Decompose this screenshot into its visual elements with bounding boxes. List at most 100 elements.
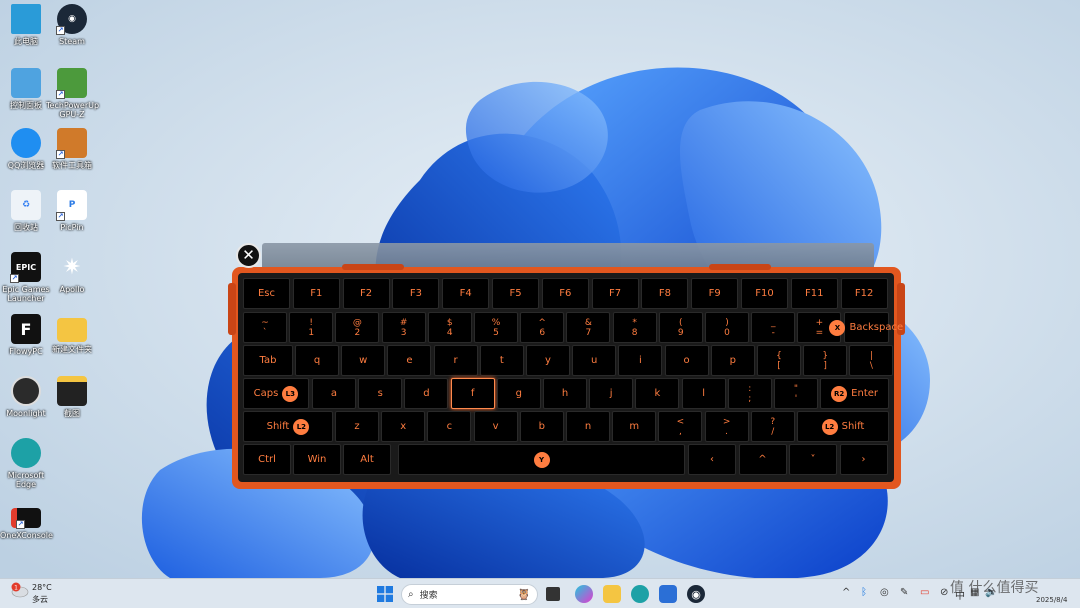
ctrl-key[interactable]: Ctrl — [243, 444, 291, 475]
desktop-icon-control-panel[interactable]: 控制面板 — [0, 68, 52, 110]
key-t[interactable]: t — [479, 345, 524, 376]
key-n[interactable]: n — [566, 411, 610, 442]
key-symbol[interactable]: " ' — [774, 378, 818, 409]
key-z[interactable]: z — [335, 411, 379, 442]
key-q[interactable]: q — [295, 345, 339, 376]
desktop-icon-edge[interactable]: Microsoft Edge — [0, 438, 52, 489]
key-7[interactable]: & 7 — [566, 312, 611, 343]
network-icon[interactable]: ⊘ — [940, 587, 948, 598]
key-0[interactable]: ) 0 — [705, 312, 749, 343]
key-o[interactable]: o — [664, 345, 709, 376]
key-3[interactable]: #3 — [381, 312, 426, 343]
key-`[interactable]: ~ ` — [243, 312, 287, 343]
steam-taskbar-icon[interactable]: ◉ — [687, 585, 705, 603]
alt-key[interactable]: Alt — [343, 444, 391, 475]
start-button[interactable] — [376, 585, 394, 603]
win-key[interactable]: Win — [293, 444, 341, 475]
key-e[interactable]: e — [387, 345, 432, 376]
key-y[interactable]: y — [526, 345, 570, 376]
key-symbol[interactable]: {[ — [757, 345, 801, 376]
steam-tray-icon[interactable]: ◎ — [880, 587, 889, 598]
right-arrow-key[interactable]: › — [839, 444, 888, 475]
desktop-icon-screenshot-folder[interactable]: 截图 — [46, 376, 98, 418]
key-5[interactable]: % 5 — [474, 312, 518, 343]
key-f4[interactable]: F4 — [442, 278, 490, 309]
store-icon[interactable] — [659, 585, 677, 603]
desktop-icon-epic-games[interactable]: EPIC ↗ Epic Games Launcher — [0, 252, 52, 303]
key-f6[interactable]: F6 — [541, 278, 589, 309]
desktop-icon-onexconsole[interactable]: ↗ OneXConsole — [0, 502, 53, 540]
task-view-icon[interactable] — [546, 587, 560, 601]
desktop-icon-flowypc[interactable]: F FlowyPC — [0, 314, 52, 356]
key-u[interactable]: u — [572, 345, 617, 376]
key-w[interactable]: w — [341, 345, 386, 376]
tab-key[interactable]: Tab — [243, 345, 293, 376]
key-8[interactable]: * 8 — [612, 312, 657, 343]
down-arrow-key[interactable]: ˅ — [789, 444, 837, 475]
pen-tray-icon[interactable]: ✎ — [900, 587, 908, 598]
key-1[interactable]: ! 1 — [289, 312, 334, 343]
desktop-icon-new-folder[interactable]: 新建文件夹 — [46, 314, 98, 354]
bluetooth-icon[interactable]: ᛒ — [861, 587, 867, 598]
desktop-icon-gpuz[interactable]: ↗ TechPowerUp GPU-Z — [46, 68, 99, 119]
key-symbol[interactable]: <, — [658, 411, 703, 442]
key-9[interactable]: (9 — [658, 312, 703, 343]
key-b[interactable]: b — [519, 411, 564, 442]
desktop-icon-picpin[interactable]: P ↗ PicPin — [46, 190, 98, 232]
desktop-icon-recycle-bin[interactable]: ♻ 回收站 — [0, 190, 52, 232]
key-symbol[interactable]: :; — [727, 378, 772, 409]
file-explorer-icon[interactable] — [603, 585, 621, 603]
key-k[interactable]: k — [635, 378, 680, 409]
key-l[interactable]: l — [681, 378, 726, 409]
key-6[interactable]: ^ 6 — [520, 312, 565, 343]
battery-status-icon[interactable]: ▭ — [920, 587, 929, 598]
key-d[interactable]: d — [404, 378, 449, 409]
key-2[interactable]: @2 — [335, 312, 380, 343]
key-f8[interactable]: F8 — [641, 278, 689, 309]
key-f3[interactable]: F3 — [392, 278, 440, 309]
key-p[interactable]: p — [710, 345, 755, 376]
key-x[interactable]: x — [381, 411, 426, 442]
key-f7[interactable]: F7 — [591, 278, 639, 309]
desktop-icon-apollo[interactable]: ✷ Apollo — [46, 252, 98, 294]
desktop-icon-toolbox[interactable]: ↗ 软件工具箱 — [46, 128, 98, 170]
caps-lock-key[interactable]: Caps L3 — [243, 378, 309, 409]
key-i[interactable]: i — [618, 345, 663, 376]
key-esc[interactable]: Esc — [243, 278, 290, 309]
key-h[interactable]: h — [543, 378, 587, 409]
enter-key[interactable]: R2 Enter — [820, 378, 889, 409]
key-c[interactable]: c — [427, 411, 472, 442]
key-symbol[interactable]: >. — [704, 411, 749, 442]
key-f11[interactable]: F11 — [790, 278, 838, 309]
up-arrow-key[interactable]: ^ — [738, 444, 787, 475]
close-icon[interactable]: ✕ — [236, 243, 261, 268]
desktop-icon-qq-browser[interactable]: QQ浏览器 — [0, 128, 52, 170]
clock-date[interactable]: 2025/8/4 — [1036, 596, 1067, 604]
key-f1[interactable]: F1 — [292, 278, 340, 309]
key--[interactable]: _ - — [751, 312, 796, 343]
copilot-icon[interactable] — [575, 585, 593, 603]
key-f10[interactable]: F10 — [741, 278, 788, 309]
key-s[interactable]: s — [358, 378, 403, 409]
desktop-icon-moonlight[interactable]: Moonlight — [0, 376, 52, 418]
key-symbol[interactable]: | \ — [849, 345, 894, 376]
left-shift-key[interactable]: Shift L2 — [243, 411, 333, 442]
tray-overflow-chevron-icon[interactable]: ^ — [842, 587, 850, 598]
key-r[interactable]: r — [433, 345, 478, 376]
key-f12[interactable]: F12 — [840, 278, 888, 309]
key-g[interactable]: g — [496, 378, 541, 409]
key-f2[interactable]: F2 — [342, 278, 390, 309]
key-4[interactable]: $4 — [427, 312, 472, 343]
left-arrow-key[interactable]: ‹ — [688, 444, 736, 475]
space-key[interactable]: Y — [398, 444, 685, 475]
taskbar-search-box[interactable]: ⌕ 搜索 🦉 — [401, 584, 538, 605]
key-symbol[interactable]: ? / — [750, 411, 795, 442]
right-shift-key[interactable]: L2 Shift — [797, 411, 889, 442]
key-j[interactable]: j — [589, 378, 634, 409]
key-v[interactable]: v — [473, 411, 518, 442]
key-f9[interactable]: F9 — [691, 278, 739, 309]
desktop-icon-steam[interactable]: ◉ ↗ Steam — [46, 4, 98, 46]
key-f[interactable]: f — [450, 378, 495, 409]
desktop-icon-this-pc[interactable]: 此电脑 — [0, 4, 52, 46]
key-a[interactable]: a — [312, 378, 356, 409]
